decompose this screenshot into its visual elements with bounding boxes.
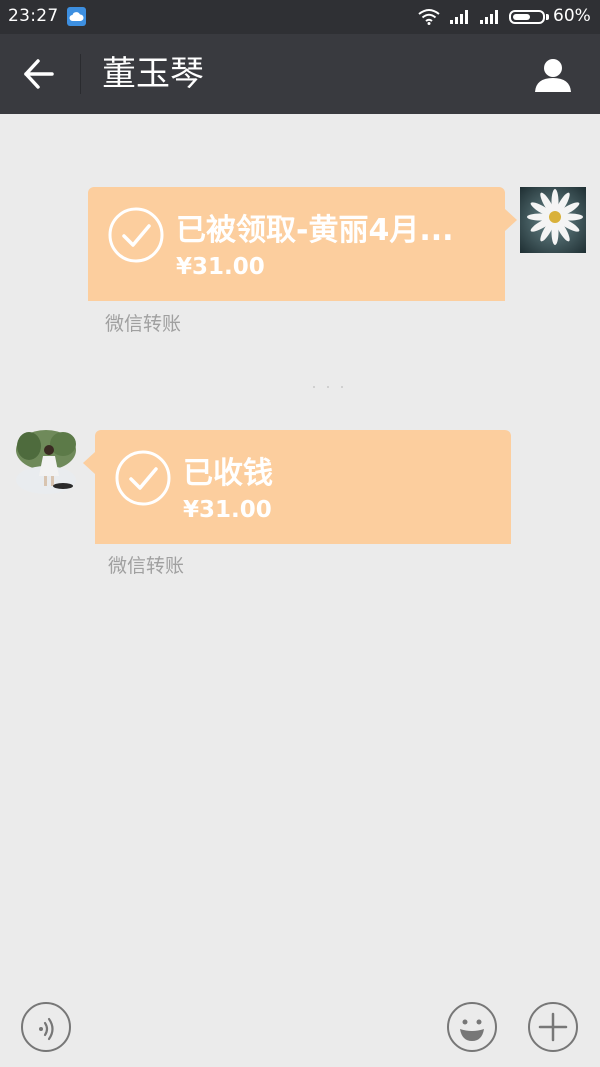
transfer-amount: ¥31.00	[183, 497, 272, 523]
transfer-caption: 微信转账	[108, 555, 185, 577]
battery-percent: 60%	[553, 6, 591, 26]
header-divider	[80, 54, 81, 94]
transfer-bubble[interactable]: 已被领取-黄丽4月... ¥31.00	[88, 187, 505, 301]
transfer-amount: ¥31.00	[176, 254, 265, 280]
battery-tip	[546, 14, 549, 20]
status-bar: 23:27 60%	[0, 0, 600, 34]
cloud-app-icon	[67, 7, 86, 26]
transfer-caption: 微信转账	[105, 313, 182, 335]
transfer-status: 已被领取-黄丽4月...	[176, 213, 454, 248]
voice-icon[interactable]	[21, 1002, 71, 1052]
contact-avatar[interactable]	[13, 428, 79, 494]
emoji-icon[interactable]	[447, 1002, 497, 1052]
bubble-tail	[505, 209, 517, 231]
chat-title: 董玉琴	[102, 54, 204, 94]
check-circle-icon	[107, 206, 165, 264]
signal-icon	[449, 9, 471, 28]
battery-icon	[509, 10, 545, 24]
transfer-bubble[interactable]: 已收钱 ¥31.00	[95, 430, 511, 544]
status-time: 23:27	[8, 6, 59, 26]
person-icon[interactable]	[532, 54, 574, 96]
wifi-icon	[418, 8, 440, 29]
transfer-status: 已收钱	[183, 456, 273, 491]
bubble-tail	[83, 452, 95, 474]
chat-header: 董玉琴	[0, 34, 600, 114]
plus-icon[interactable]	[528, 1002, 578, 1052]
back-arrow-icon[interactable]	[16, 52, 62, 96]
my-avatar[interactable]	[520, 187, 586, 253]
signal-icon	[479, 9, 501, 28]
check-circle-icon	[114, 449, 172, 507]
battery-level	[513, 14, 530, 20]
divider-dots	[313, 386, 343, 388]
